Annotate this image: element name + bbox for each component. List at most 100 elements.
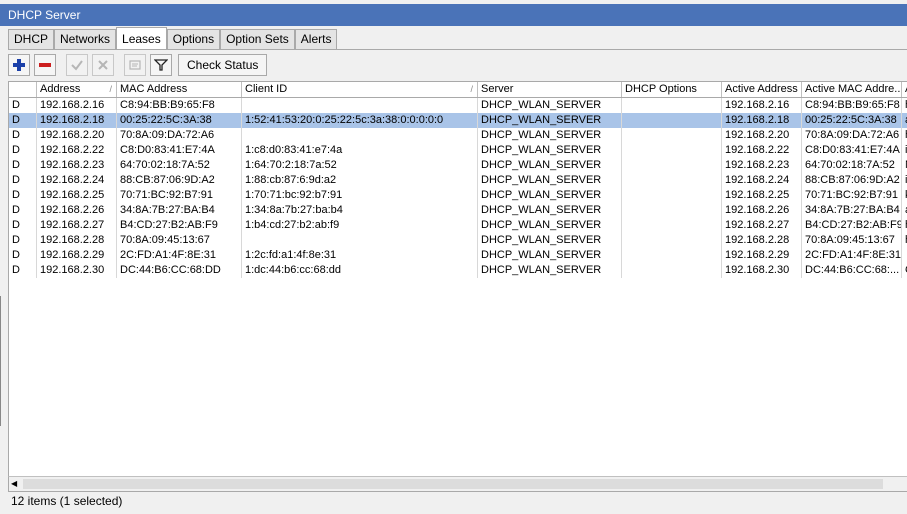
cell-mac-address: 88:CB:87:06:9D:A2 bbox=[117, 173, 242, 188]
table-row[interactable]: D 192.168.2.23 64:70:02:18:7A:52 1:64:70:2:… bbox=[9, 158, 907, 173]
horizontal-scrollbar[interactable]: ◀ bbox=[8, 476, 907, 491]
table-header: Address / MAC Address Client ID / Server D… bbox=[9, 82, 907, 98]
comment-button[interactable] bbox=[124, 54, 146, 76]
cell-flags: D bbox=[9, 128, 37, 143]
table-row[interactable]: D 192.168.2.30 DC:44:B6:CC:68:DD 1:dc:44:b6… bbox=[9, 263, 907, 278]
cell-address: 192.168.2.18 bbox=[37, 113, 117, 128]
column-header-address[interactable]: Address / bbox=[37, 82, 117, 97]
cell-server: DHCP_WLAN_SERVER bbox=[478, 263, 622, 278]
cell-mac-address: 70:8A:09:45:13:67 bbox=[117, 233, 242, 248]
column-header-mac-address[interactable]: MAC Address bbox=[117, 82, 242, 97]
column-header-active-address[interactable]: Active Address bbox=[722, 82, 802, 97]
cell-address: 192.168.2.24 bbox=[37, 173, 117, 188]
table-row[interactable]: D 192.168.2.20 70:8A:09:DA:72:A6 DHCP_WLAN_… bbox=[9, 128, 907, 143]
cell-extra: a bbox=[902, 203, 907, 218]
cell-mac-address: 64:70:02:18:7A:52 bbox=[117, 158, 242, 173]
cell-dhcp-options bbox=[622, 203, 722, 218]
table-row[interactable]: D 192.168.2.27 B4:CD:27:B2:AB:F9 1:b4:cd:27… bbox=[9, 218, 907, 233]
cell-extra: h bbox=[902, 128, 907, 143]
cell-dhcp-options bbox=[622, 173, 722, 188]
cell-mac-address: 70:8A:09:DA:72:A6 bbox=[117, 128, 242, 143]
cell-mac-address: 70:71:BC:92:B7:91 bbox=[117, 188, 242, 203]
cell-flags: D bbox=[9, 143, 37, 158]
cell-active-mac-address: 70:71:BC:92:B7:91 bbox=[802, 188, 902, 203]
cell-mac-address: C8:94:BB:B9:65:F8 bbox=[117, 98, 242, 113]
cell-dhcp-options bbox=[622, 113, 722, 128]
tab-alerts[interactable]: Alerts bbox=[294, 29, 338, 49]
scrollbar-thumb[interactable] bbox=[23, 479, 883, 489]
tab-option-sets[interactable]: Option Sets bbox=[220, 29, 295, 49]
column-header-label: Client ID bbox=[245, 83, 288, 95]
cell-server: DHCP_WLAN_SERVER bbox=[478, 218, 622, 233]
cell-active-mac-address: 88:CB:87:06:9D:A2 bbox=[802, 173, 902, 188]
table-row[interactable]: D 192.168.2.22 C8:D0:83:41:E7:4A 1:c8:d0:83… bbox=[9, 143, 907, 158]
cell-server: DHCP_WLAN_SERVER bbox=[478, 188, 622, 203]
cell-address: 192.168.2.27 bbox=[37, 218, 117, 233]
cell-mac-address: C8:D0:83:41:E7:4A bbox=[117, 143, 242, 158]
cell-flags: D bbox=[9, 248, 37, 263]
cell-dhcp-options bbox=[622, 128, 722, 143]
enable-icon bbox=[71, 60, 83, 71]
cell-server: DHCP_WLAN_SERVER bbox=[478, 128, 622, 143]
table-row[interactable]: D 192.168.2.16 C8:94:BB:B9:65:F8 DHCP_WLAN_… bbox=[9, 98, 907, 113]
cell-extra: N bbox=[902, 158, 907, 173]
column-header-active-mac-address[interactable]: Active MAC Addre... bbox=[802, 82, 902, 97]
cell-client-id: 1:2c:fd:a1:4f:8e:31 bbox=[242, 248, 478, 263]
cell-dhcp-options bbox=[622, 263, 722, 278]
table-row[interactable]: D 192.168.2.18 00:25:22:5C:3A:38 1:52:41:53… bbox=[9, 113, 907, 128]
table-row[interactable]: D 192.168.2.29 2C:FD:A1:4F:8E:31 1:2c:fd:a1… bbox=[9, 248, 907, 263]
disable-button[interactable] bbox=[92, 54, 114, 76]
filter-button[interactable] bbox=[150, 54, 172, 76]
enable-button[interactable] bbox=[66, 54, 88, 76]
table-row[interactable]: D 192.168.2.26 34:8A:7B:27:BA:B4 1:34:8a:7b… bbox=[9, 203, 907, 218]
cell-extra: a bbox=[902, 113, 907, 128]
cell-mac-address: 2C:FD:A1:4F:8E:31 bbox=[117, 248, 242, 263]
tab-bar: DHCP Networks Leases Options Option Sets… bbox=[8, 27, 338, 49]
cell-client-id bbox=[242, 128, 478, 143]
cell-dhcp-options bbox=[622, 143, 722, 158]
cell-client-id: 1:dc:44:b6:cc:68:dd bbox=[242, 263, 478, 278]
cell-dhcp-options bbox=[622, 158, 722, 173]
sort-indicator-icon: / bbox=[470, 84, 473, 94]
table-row[interactable]: D 192.168.2.24 88:CB:87:06:9D:A2 1:88:cb:87… bbox=[9, 173, 907, 188]
tab-leases[interactable]: Leases bbox=[116, 27, 167, 49]
column-header-server[interactable]: Server bbox=[478, 82, 622, 97]
scroll-left-icon[interactable]: ◀ bbox=[11, 479, 21, 489]
cell-server: DHCP_WLAN_SERVER bbox=[478, 203, 622, 218]
cell-server: DHCP_WLAN_SERVER bbox=[478, 233, 622, 248]
cell-address: 192.168.2.22 bbox=[37, 143, 117, 158]
column-header-client-id[interactable]: Client ID / bbox=[242, 82, 478, 97]
cell-address: 192.168.2.25 bbox=[37, 188, 117, 203]
cell-active-address: 192.168.2.30 bbox=[722, 263, 802, 278]
column-header-label: Address bbox=[40, 83, 81, 95]
cell-server: DHCP_WLAN_SERVER bbox=[478, 113, 622, 128]
table-row[interactable]: D 192.168.2.25 70:71:BC:92:B7:91 1:70:71:bc… bbox=[9, 188, 907, 203]
cell-address: 192.168.2.20 bbox=[37, 128, 117, 143]
cell-address: 192.168.2.29 bbox=[37, 248, 117, 263]
filter-icon bbox=[154, 59, 168, 71]
column-header-flags[interactable] bbox=[9, 82, 37, 97]
check-status-button[interactable]: Check Status bbox=[178, 54, 268, 76]
cell-flags: D bbox=[9, 218, 37, 233]
table-row[interactable]: D 192.168.2.28 70:8A:09:45:13:67 DHCP_WLAN_… bbox=[9, 233, 907, 248]
cell-active-mac-address: B4:CD:27:B2:AB:F9 bbox=[802, 218, 902, 233]
cell-client-id bbox=[242, 98, 478, 113]
column-header-dhcp-options[interactable]: DHCP Options bbox=[622, 82, 722, 97]
cell-address: 192.168.2.28 bbox=[37, 233, 117, 248]
tab-networks[interactable]: Networks bbox=[54, 29, 117, 49]
tab-dhcp[interactable]: DHCP bbox=[8, 29, 55, 49]
column-header-extra[interactable]: A bbox=[902, 82, 907, 97]
remove-button[interactable] bbox=[34, 54, 56, 76]
add-button[interactable] bbox=[8, 54, 30, 76]
window-titlebar[interactable]: DHCP Server bbox=[0, 4, 907, 26]
cell-active-address: 192.168.2.27 bbox=[722, 218, 802, 233]
remove-icon bbox=[39, 63, 51, 67]
cell-address: 192.168.2.16 bbox=[37, 98, 117, 113]
cell-dhcp-options bbox=[622, 98, 722, 113]
cell-active-address: 192.168.2.23 bbox=[722, 158, 802, 173]
cell-address: 192.168.2.30 bbox=[37, 263, 117, 278]
tab-options[interactable]: Options bbox=[166, 29, 221, 49]
cell-extra: G bbox=[902, 263, 907, 278]
cell-flags: D bbox=[9, 263, 37, 278]
cell-client-id: 1:b4:cd:27:b2:ab:f9 bbox=[242, 218, 478, 233]
